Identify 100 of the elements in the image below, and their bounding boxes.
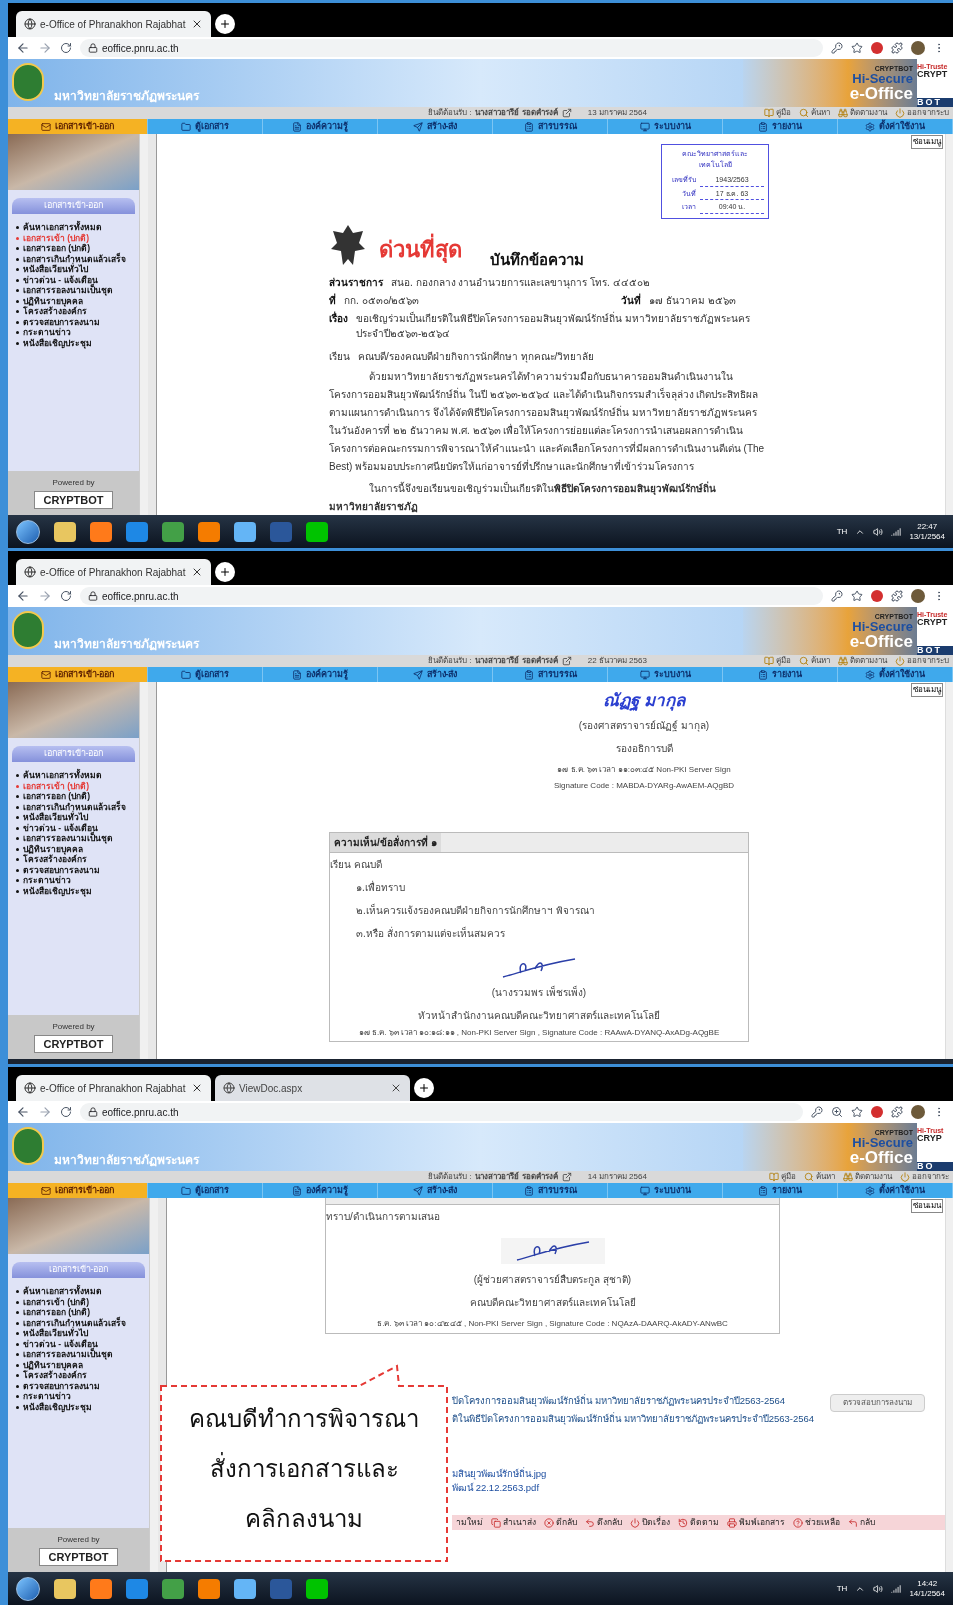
menu-tab[interactable]: สารบรรณ [493, 119, 608, 134]
star-icon[interactable] [851, 42, 863, 54]
menu-tab[interactable]: เอกสารเข้า-ออก [8, 667, 148, 682]
menu-tab[interactable]: เอกสารเข้า-ออก [8, 119, 148, 134]
back-icon[interactable] [16, 589, 30, 603]
language-indicator[interactable]: TH [836, 1582, 848, 1595]
header-link[interactable]: ติดตามงาน [838, 655, 887, 667]
header-link[interactable]: คู่มือ [769, 1171, 796, 1183]
puzzle-icon[interactable] [891, 590, 903, 602]
sidebar-link[interactable]: ค้นหาเอกสารทั้งหมด [16, 222, 139, 233]
browser-tab[interactable]: e-Office of Phranakhon Rajabhat [16, 559, 211, 585]
reload-icon[interactable] [60, 42, 72, 54]
star-icon[interactable] [851, 1106, 863, 1118]
sidebar-link[interactable]: เอกสารออก (ปกติ) [16, 1307, 149, 1318]
adblock-icon[interactable] [871, 1106, 883, 1118]
action-link[interactable]: ติดตาม [678, 1516, 719, 1529]
address-bar[interactable]: eoffice.pnru.ac.th [80, 587, 823, 605]
address-bar[interactable]: eoffice.pnru.ac.th [80, 39, 823, 57]
hide-menu-button[interactable]: ซ่อนเมน [911, 1199, 943, 1213]
app-icon[interactable] [234, 1578, 256, 1599]
sidebar-link[interactable]: ข่าวด่วน - แจ้งเตือน [16, 822, 139, 833]
key-icon[interactable] [831, 42, 843, 54]
menu-tab[interactable]: ระบบงาน [608, 667, 723, 682]
header-link[interactable]: ติดตามงาน [838, 107, 887, 119]
sidebar-link[interactable]: ปฏิทินรายบุคคล [16, 295, 139, 306]
sidebar-link[interactable]: ตรวจสอบการลงนาม [16, 1380, 149, 1391]
header-link[interactable]: ค้นหา [799, 107, 830, 119]
menu-tab[interactable]: เอกสารเข้า-ออก [8, 1183, 148, 1198]
action-link[interactable]: ตีกลับ [544, 1516, 577, 1529]
browser-icon[interactable] [126, 521, 148, 542]
sidebar-link[interactable]: เอกสารรอลงนามเป็นชุด [16, 285, 139, 296]
reload-icon[interactable] [60, 1106, 72, 1118]
puzzle-icon[interactable] [891, 1106, 903, 1118]
sidebar-link[interactable]: ปฏิทินรายบุคคล [16, 843, 139, 854]
action-link[interactable]: ช่วยเหลือ [793, 1516, 840, 1529]
header-link[interactable]: ออกจากระบ [895, 107, 949, 119]
sidebar-link[interactable]: กระดานข่าว [16, 875, 139, 886]
sidebar-link[interactable]: เอกสารรอลงนามเป็นชุด [16, 1349, 149, 1360]
sidebar-link[interactable]: โครงสร้างองค์กร [16, 854, 139, 865]
action-link[interactable]: ดึงกลับ [585, 1516, 622, 1529]
volume-icon[interactable] [873, 1583, 884, 1594]
key-icon[interactable] [831, 590, 843, 602]
action-link[interactable]: ปิดเรื่อง [630, 1516, 670, 1529]
sidebar-link[interactable]: ตรวจสอบการลงนาม [16, 316, 139, 327]
media-player-icon[interactable] [198, 1578, 220, 1599]
browser-icon[interactable] [162, 521, 184, 542]
sidebar-link[interactable]: เอกสารออก (ปกติ) [16, 791, 139, 802]
action-link[interactable]: กลับ [848, 1516, 875, 1529]
sidebar-link[interactable]: เอกสารเกินกำหนดแล้วเสร็จ [16, 801, 139, 812]
sidebar-link[interactable]: ค้นหาเอกสารทั้งหมด [16, 1286, 149, 1297]
back-icon[interactable] [16, 1105, 30, 1119]
close-icon[interactable] [191, 1082, 203, 1094]
star-icon[interactable] [851, 590, 863, 602]
sidebar-link[interactable]: หนังสือเชิญประชุม [16, 885, 139, 896]
network-icon[interactable] [891, 526, 902, 537]
media-player-icon[interactable] [198, 521, 220, 542]
sidebar-link[interactable]: เอกสารเข้า (ปกติ) [16, 1296, 149, 1307]
sidebar-link[interactable]: เอกสารเกินกำหนดแล้วเสร็จ [16, 1317, 149, 1328]
attachment-link[interactable]: พัฒน์ 22.12.2563.pdf [452, 1480, 945, 1495]
header-link[interactable]: ออกจากระ [900, 1171, 949, 1183]
chat-icon[interactable] [306, 521, 328, 542]
sidebar-link[interactable]: หนังสือเชิญประชุม [16, 1401, 149, 1412]
sidebar-link[interactable]: เอกสารเกินกำหนดแล้วเสร็จ [16, 253, 139, 264]
sidebar-link[interactable]: หนังสือเวียนทั่วไป [16, 1328, 149, 1339]
attachment-link[interactable]: มสินยุวพัฒน์รักษ์ถิ่น.jpg [452, 1466, 945, 1481]
action-link[interactable]: สำเนาส่ง [491, 1516, 536, 1529]
header-link[interactable]: คู่มือ [764, 655, 791, 667]
sidebar-link[interactable]: เอกสารออก (ปกติ) [16, 243, 139, 254]
menu-tab[interactable]: รายงาน [723, 667, 838, 682]
header-link[interactable]: คู่มือ [764, 107, 791, 119]
start-button[interactable] [16, 519, 40, 544]
avatar-icon[interactable] [911, 41, 925, 55]
app-icon[interactable] [234, 521, 256, 542]
header-link[interactable]: ค้นหา [799, 655, 830, 667]
browser-icon[interactable] [90, 521, 112, 542]
volume-icon[interactable] [873, 526, 884, 537]
browser-tab[interactable]: e-Office of Phranakhon Rajabhat [16, 11, 211, 37]
browser-tab[interactable]: e-Office of Phranakhon Rajabhat [16, 1075, 211, 1101]
browser-icon[interactable] [90, 1578, 112, 1599]
sidebar-link[interactable]: โครงสร้างองค์กร [16, 306, 139, 317]
header-link[interactable]: ออกจากระบ [895, 655, 949, 667]
folder-icon[interactable] [54, 1578, 76, 1599]
menu-tab[interactable]: องค์ความรู้ [263, 667, 378, 682]
external-link-icon[interactable] [561, 1172, 572, 1182]
hide-menu-button[interactable]: ซ่อนเมนู [911, 135, 943, 149]
sidebar-link[interactable]: เอกสารรอลงนามเป็นชุด [16, 833, 139, 844]
sidebar-link[interactable]: ข่าวด่วน - แจ้งเตือน [16, 1338, 149, 1349]
menu-tab[interactable]: สร้าง-ส่ง [378, 119, 493, 134]
sidebar-link[interactable]: ปฏิทินรายบุคคล [16, 1359, 149, 1370]
sidebar-link[interactable]: หนังสือเชิญประชุม [16, 337, 139, 348]
folder-icon[interactable] [54, 521, 76, 542]
back-icon[interactable] [16, 41, 30, 55]
header-link[interactable]: ค้นหา [804, 1171, 835, 1183]
adblock-icon[interactable] [871, 590, 883, 602]
verify-signature-button[interactable]: ตรวจสอบการลงนาม [830, 1394, 926, 1412]
close-icon[interactable] [191, 566, 203, 578]
menu-tab[interactable]: องค์ความรู้ [263, 119, 378, 134]
sidebar-link[interactable]: หนังสือเวียนทั่วไป [16, 264, 139, 275]
puzzle-icon[interactable] [891, 42, 903, 54]
avatar-icon[interactable] [911, 589, 925, 603]
